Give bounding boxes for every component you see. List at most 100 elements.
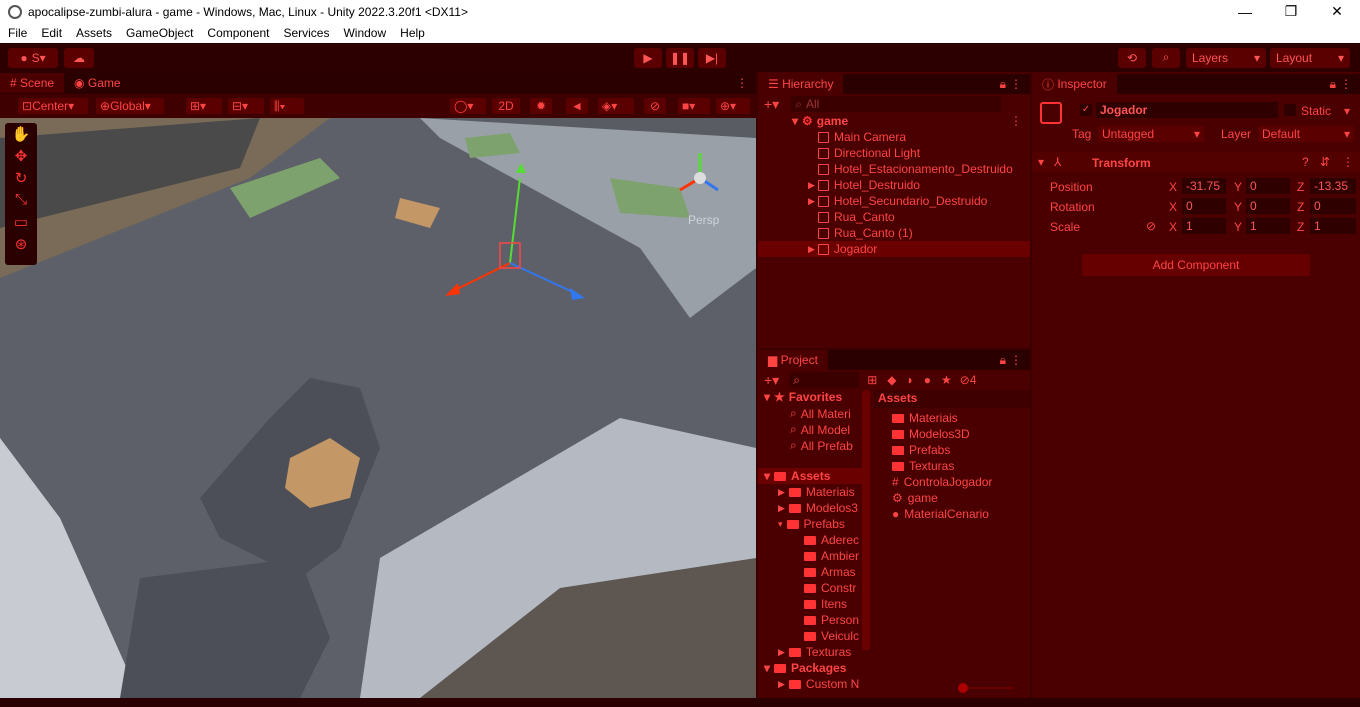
scene-root-row[interactable]: ▾ ⚙ game: [792, 114, 848, 128]
fav-all-prefabs[interactable]: ⌕ All Prefab: [790, 438, 853, 453]
search-by-label-icon[interactable]: ◆: [887, 373, 896, 387]
scale-z-field[interactable]: 1: [1310, 218, 1356, 234]
hierarchy-item-directional-light[interactable]: Directional Light: [818, 146, 920, 160]
scene-viewport[interactable]: Persp ✋ ✥ ↻ ⤡ ▭ ⊛: [0, 118, 756, 698]
hierarchy-item-hotel-estacionamento[interactable]: Hotel_Estacionamento_Destruido: [818, 162, 1013, 176]
hierarchy-add-button[interactable]: +▾: [764, 96, 779, 113]
tree-texturas[interactable]: ▶ Texturas: [778, 645, 851, 659]
step-button[interactable]: ▶|: [698, 47, 726, 68]
maximize-button[interactable]: ❐: [1268, 3, 1314, 20]
close-button[interactable]: ✕: [1314, 3, 1360, 20]
tree-ambiente[interactable]: Ambier: [804, 549, 859, 563]
camera-icon[interactable]: ■▾: [678, 98, 710, 114]
increment-snap-icon[interactable]: ⫼▾: [270, 98, 304, 114]
scale-tool-icon[interactable]: ⤡: [7, 191, 35, 211]
minimize-button[interactable]: —: [1222, 4, 1268, 20]
asset-prefabs[interactable]: Prefabs: [892, 443, 950, 457]
icon-size-slider-thumb[interactable]: [958, 683, 968, 693]
account-button[interactable]: ● S ▾: [8, 47, 58, 68]
project-more-icon[interactable]: ⋮: [1010, 353, 1022, 367]
scene-more-icon[interactable]: ⋮: [736, 76, 748, 90]
object-name-field[interactable]: Jogador: [1096, 102, 1278, 118]
tree-scrollbar[interactable]: [862, 390, 870, 650]
static-checkbox[interactable]: [1284, 104, 1296, 116]
layer-dropdown[interactable]: Default ▾: [1258, 126, 1354, 142]
constrain-proportions-icon[interactable]: ⊘: [1146, 219, 1156, 233]
static-dropdown-icon[interactable]: ▾: [1344, 104, 1350, 118]
tab-project[interactable]: ▆ Project: [758, 350, 828, 370]
asset-controlajogador[interactable]: # ControlaJogador: [892, 475, 992, 489]
layout-dropdown[interactable]: Layout ▾: [1270, 47, 1350, 68]
tree-personagens[interactable]: Person: [804, 613, 859, 627]
menu-component[interactable]: Component: [207, 26, 269, 40]
packages-tree-header[interactable]: ▾ Packages: [764, 661, 846, 675]
draw-mode-icon[interactable]: ◯▾: [450, 98, 486, 114]
rotation-x-field[interactable]: 0: [1182, 198, 1226, 214]
favorites-header[interactable]: ▾ ★ Favorites: [764, 390, 842, 404]
history-icon[interactable]: ⟲: [1118, 47, 1146, 68]
hierarchy-lock-icon[interactable]: 🔒︎: [1000, 77, 1006, 92]
position-y-field[interactable]: 0: [1246, 178, 1290, 194]
grid-snap-icon[interactable]: ⊞▾: [186, 98, 222, 114]
audio-icon[interactable]: ◄: [566, 98, 588, 114]
hidden-packages-icon[interactable]: ⊘4: [960, 373, 977, 387]
tab-inspector[interactable]: ⓘ Inspector: [1032, 74, 1117, 94]
tree-aderecos[interactable]: Aderec: [804, 533, 859, 547]
menu-help[interactable]: Help: [400, 26, 425, 40]
pivot-center-dropdown[interactable]: ⊡ Center ▾: [18, 98, 88, 114]
pause-button[interactable]: ❚❚: [666, 47, 694, 68]
asset-game-scene[interactable]: ⚙ game: [892, 491, 938, 505]
asset-texturas[interactable]: Texturas: [892, 459, 954, 473]
fav-all-models[interactable]: ⌕ All Model: [790, 422, 850, 437]
hierarchy-more-icon[interactable]: ⋮: [1010, 77, 1022, 91]
assets-tree-header[interactable]: ▾ Assets: [764, 469, 830, 483]
tree-veiculos[interactable]: Veiculc: [804, 629, 859, 643]
tab-game[interactable]: ◉ Game: [64, 73, 131, 93]
transform-foldout-icon[interactable]: ▾: [1038, 155, 1044, 169]
cloud-icon[interactable]: ☁: [64, 47, 94, 68]
position-x-field[interactable]: -31.75: [1182, 178, 1226, 194]
hierarchy-item-jogador[interactable]: ▶ Jogador: [808, 242, 877, 256]
layers-dropdown[interactable]: Layers ▾: [1186, 47, 1266, 68]
hierarchy-search-input[interactable]: ⌕ All: [791, 96, 1002, 112]
help-icon[interactable]: ?: [1302, 155, 1309, 169]
tree-armas[interactable]: Armas: [804, 565, 856, 579]
hierarchy-item-rua-canto-1[interactable]: Rua_Canto (1): [818, 226, 913, 240]
search-by-type-icon[interactable]: ⊞: [867, 373, 877, 387]
search-icon[interactable]: ⌕: [1152, 47, 1180, 68]
expand-arrow-icon[interactable]: ▶: [808, 244, 815, 255]
transform-header[interactable]: [1032, 152, 1360, 172]
tree-modelos3d[interactable]: ▶ Modelos3: [778, 501, 858, 515]
add-component-button[interactable]: Add Component: [1082, 254, 1310, 276]
hierarchy-item-rua-canto[interactable]: Rua_Canto: [818, 210, 895, 224]
tree-itens[interactable]: Itens: [804, 597, 847, 611]
rotation-z-field[interactable]: 0: [1310, 198, 1356, 214]
assets-breadcrumb-label[interactable]: Assets: [878, 391, 917, 405]
play-button[interactable]: ▶: [634, 47, 662, 68]
scale-x-field[interactable]: 1: [1182, 218, 1226, 234]
gizmos-icon[interactable]: ⊕▾: [716, 98, 750, 114]
asset-materialcenario[interactable]: ● MaterialCenario: [892, 507, 989, 521]
projection-label[interactable]: Persp: [688, 213, 719, 227]
info-icon[interactable]: ●: [924, 373, 931, 387]
menu-services[interactable]: Services: [283, 26, 329, 40]
asset-materiais[interactable]: Materiais: [892, 411, 958, 425]
rotation-y-field[interactable]: 0: [1246, 198, 1290, 214]
grid-visibility-icon[interactable]: ⊟▾: [228, 98, 264, 114]
project-lock-icon[interactable]: 🔒︎: [1000, 353, 1006, 368]
hierarchy-item-hotel-secundario[interactable]: ▶ Hotel_Secundario_Destruido: [808, 194, 987, 208]
inspector-more-icon[interactable]: ⋮: [1340, 77, 1352, 91]
expand-arrow-icon[interactable]: ▶: [808, 196, 815, 207]
inspector-lock-icon[interactable]: 🔒︎: [1330, 77, 1336, 92]
pivot-global-dropdown[interactable]: ⊕ Global ▾: [96, 98, 164, 114]
tag-dropdown[interactable]: Untagged ▾: [1098, 126, 1204, 142]
tree-construcoes[interactable]: Constr: [804, 581, 856, 595]
move-tool-icon[interactable]: ✥: [7, 147, 35, 167]
menu-edit[interactable]: Edit: [41, 26, 62, 40]
tab-scene[interactable]: # Scene: [0, 73, 65, 93]
favorite-star-icon[interactable]: ★: [941, 373, 952, 387]
scene-root-more-icon[interactable]: ⋮: [1010, 114, 1022, 128]
lighting-icon[interactable]: ✹: [530, 98, 552, 114]
hierarchy-item-hotel-destruido[interactable]: ▶ Hotel_Destruido: [808, 178, 920, 192]
fav-all-materials[interactable]: ⌕ All Materi: [790, 406, 851, 421]
